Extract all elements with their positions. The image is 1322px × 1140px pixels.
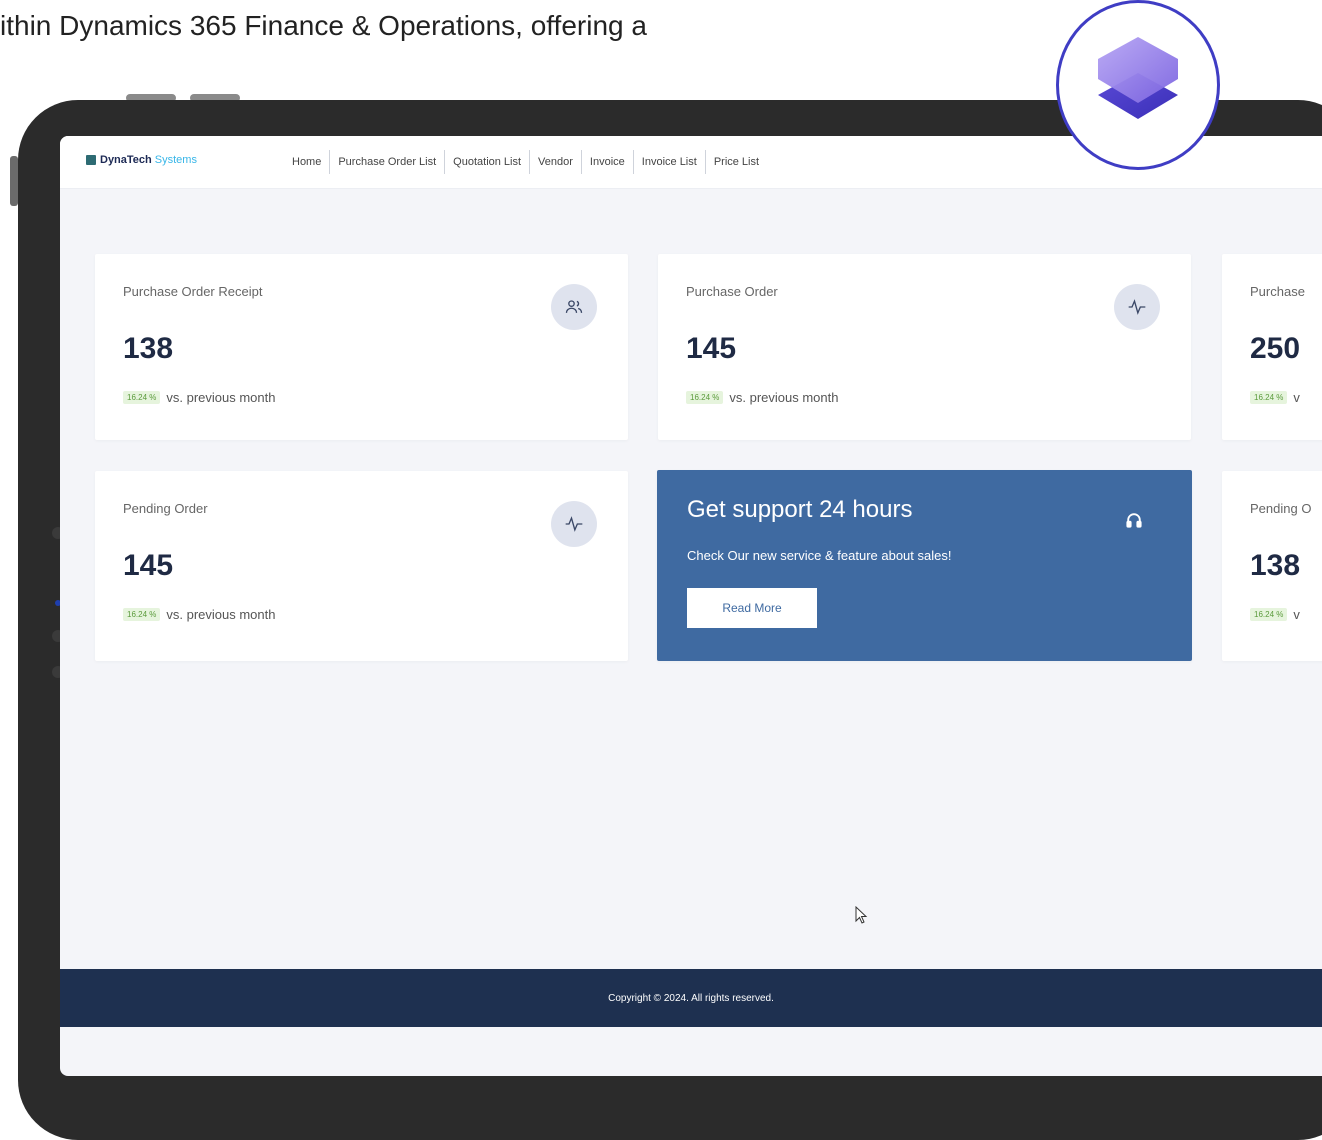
stat-card-purchase: Purchase 250 16.24 % v [1222,254,1322,440]
read-more-button[interactable]: Read More [687,588,817,628]
card-footer-text: vs. previous month [166,390,276,405]
card-value: 250 [1250,332,1301,365]
app-screen: DynaTech Systems Home Purchase Order Lis… [60,136,1322,1076]
support-card: Get support 24 hours Check Our new servi… [657,470,1192,661]
users-icon [551,284,597,330]
caption-text: ithin Dynamics 365 Finance & Operations,… [0,10,647,41]
card-label: Pending O [1250,501,1312,516]
brand-mark-icon [86,155,96,165]
card-footer-text: v [1293,390,1300,405]
nav-item-vendor[interactable]: Vendor [530,150,582,174]
card-footer-text: v [1293,607,1300,622]
trend-badge: 16.24 % [123,391,161,404]
trend-badge: 16.24 % [686,391,724,404]
card-footer: 16.24 % v [1250,390,1300,405]
support-title: Get support 24 hours [687,496,913,523]
nav-item-invoice-list[interactable]: Invoice List [634,150,706,174]
nav-item-home[interactable]: Home [284,150,331,174]
trend-badge: 16.24 % [123,608,161,621]
stat-card-pending: Pending O 138 16.24 % v [1222,471,1322,661]
trend-badge: 16.24 % [1250,608,1288,621]
trend-badge: 16.24 % [1250,391,1288,404]
brand-logo[interactable]: DynaTech Systems [86,154,197,166]
card-footer: 16.24 % vs. previous month [123,390,275,405]
card-footer: 16.24 % vs. previous month [686,390,838,405]
card-label: Purchase [1250,284,1305,299]
card-label: Purchase Order Receipt [123,284,263,299]
card-label: Pending Order [123,501,208,516]
copyright-text: Copyright © 2024. All rights reserved. [608,992,774,1004]
support-text: Check Our new service & feature about sa… [687,548,952,563]
headset-icon [1124,510,1144,535]
main-nav: Home Purchase Order List Quotation List … [284,150,767,174]
stat-card-purchase-order-receipt: Purchase Order Receipt 138 16.24 % vs. p… [95,254,628,440]
card-footer-text: vs. previous month [166,607,276,622]
card-footer: 16.24 % vs. previous month [123,607,275,622]
card-value: 145 [123,549,174,582]
brand-name: DynaTech [100,154,152,166]
card-footer-text: vs. previous month [729,390,839,405]
activity-icon [551,501,597,547]
card-value: 138 [1250,549,1301,582]
tablet-side-button [10,156,18,206]
mouse-cursor-icon [855,905,869,931]
card-label: Purchase Order [686,284,778,299]
stat-card-purchase-order: Purchase Order 145 16.24 % vs. previous … [658,254,1191,440]
stat-card-pending-order: Pending Order 145 16.24 % vs. previous m… [95,471,628,661]
card-value: 138 [123,332,174,365]
nav-item-price-list[interactable]: Price List [706,150,767,174]
nav-item-invoice[interactable]: Invoice [582,150,634,174]
page-footer: Copyright © 2024. All rights reserved. [60,969,1322,1027]
activity-icon [1114,284,1160,330]
power-pages-logo-icon [1056,0,1220,170]
card-value: 145 [686,332,737,365]
nav-item-purchase-order-list[interactable]: Purchase Order List [330,150,446,174]
card-footer: 16.24 % v [1250,607,1300,622]
nav-item-quotation-list[interactable]: Quotation List [445,150,531,174]
brand-sub: Systems [154,154,197,166]
